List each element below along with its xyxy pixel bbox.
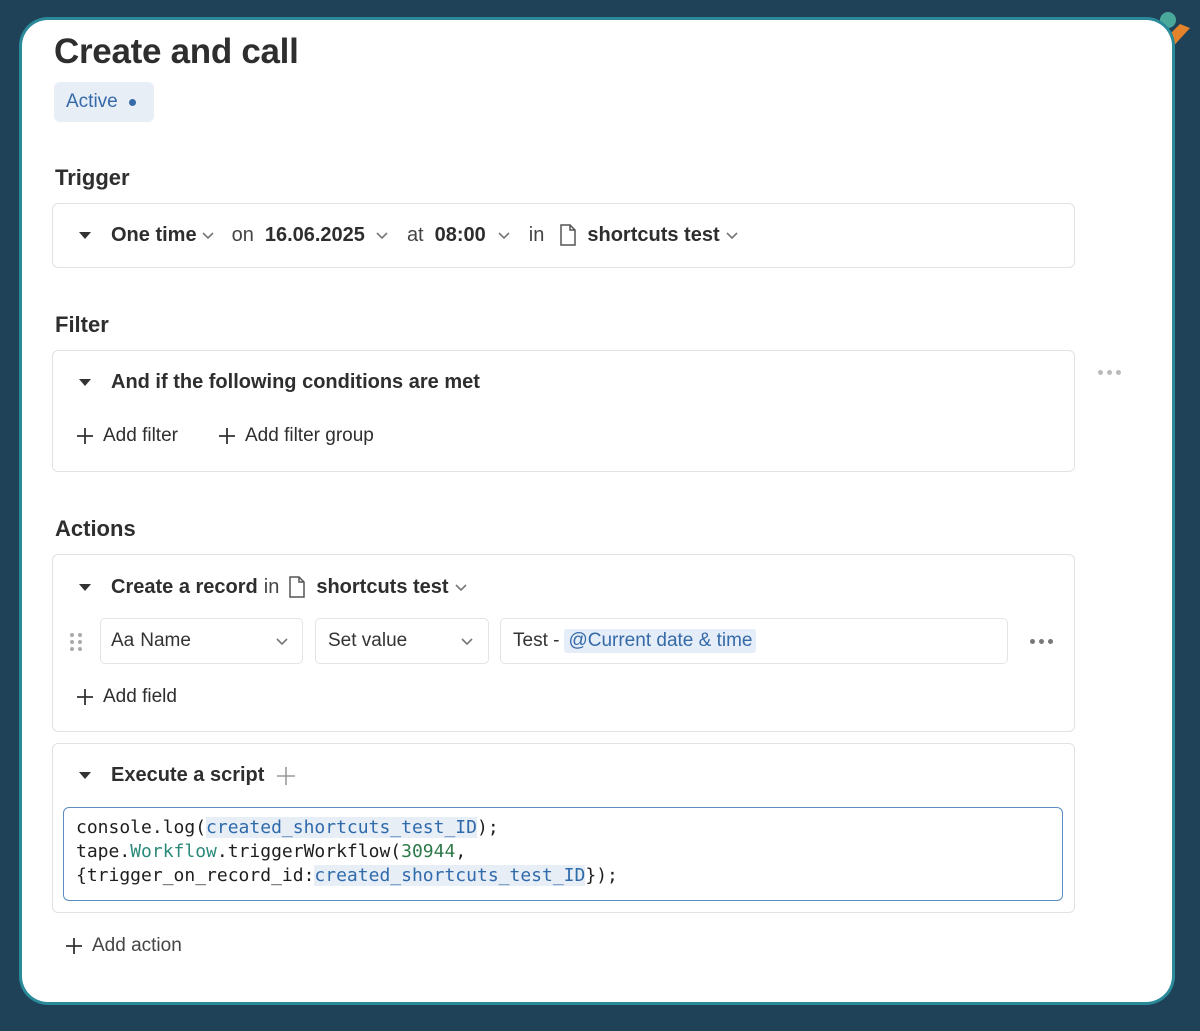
caret-down-icon[interactable] <box>79 231 91 239</box>
add-filter-group-button[interactable]: Add filter group <box>217 425 374 447</box>
caret-down-icon[interactable] <box>79 379 91 386</box>
chevron-down-icon[interactable] <box>374 227 390 243</box>
execute-script-label: Execute a script <box>111 764 265 786</box>
add-filter-group-label: Add filter group <box>245 425 374 446</box>
add-filter-label: Add filter <box>103 425 178 446</box>
trigger-heading: Trigger <box>55 165 130 190</box>
document-icon <box>289 576 306 598</box>
code-line-3: {trigger_on_record_id:created_shortcuts_… <box>76 865 618 886</box>
drag-handle-icon[interactable] <box>68 631 84 653</box>
filter-condition-row: And if the following conditions are met <box>79 371 480 394</box>
script-editor[interactable]: console.log(created_shortcuts_test_ID); … <box>63 807 1063 901</box>
add-filter-button[interactable]: Add filter <box>75 425 178 447</box>
caret-down-icon[interactable] <box>79 772 91 779</box>
trigger-on-word: on <box>231 223 254 246</box>
plus-icon <box>66 938 82 954</box>
operation-label: Set value <box>328 630 408 651</box>
filter-more-icon[interactable] <box>1098 370 1121 375</box>
plus-icon[interactable] <box>276 766 296 786</box>
chevron-down-icon[interactable] <box>453 579 469 595</box>
create-record-app[interactable]: shortcuts test <box>316 576 448 599</box>
actions-heading: Actions <box>55 516 136 541</box>
create-record-in-word: in <box>263 575 280 598</box>
filter-heading: Filter <box>55 312 109 337</box>
chevron-down-icon[interactable] <box>724 227 740 243</box>
trigger-frequency[interactable]: One time <box>111 224 197 247</box>
trigger-box: One time on 16.06.2025 at 08:00 in short… <box>52 203 1075 268</box>
page-title: Create and call <box>54 32 299 71</box>
chevron-down-icon <box>461 638 473 646</box>
chevron-down-icon[interactable] <box>200 227 216 243</box>
plus-icon <box>219 428 235 444</box>
status-dot-icon <box>128 98 136 106</box>
document-icon <box>560 224 577 246</box>
plus-icon <box>77 689 93 705</box>
trigger-row: One time on 16.06.2025 at 08:00 in short… <box>79 223 740 247</box>
field-type-prefix: Aa <box>111 630 135 651</box>
value-text: Test - <box>513 630 560 651</box>
create-record-box: Create a record in shortcuts test Aa Nam… <box>52 554 1075 732</box>
add-action-label: Add action <box>92 935 182 956</box>
plus-icon <box>77 428 93 444</box>
filter-box: And if the following conditions are met … <box>52 350 1075 472</box>
code-line-1: console.log(created_shortcuts_test_ID); <box>76 817 499 838</box>
field-name-label: Name <box>140 630 191 651</box>
status-badge[interactable]: Active <box>54 82 154 122</box>
add-field-label: Add field <box>103 686 177 707</box>
trigger-app[interactable]: shortcuts test <box>587 224 719 247</box>
create-record-label: Create a record <box>111 575 258 598</box>
trigger-time[interactable]: 08:00 <box>435 224 486 247</box>
trigger-in-word: in <box>528 223 545 246</box>
workflow-card: Create and call Active Trigger One time … <box>22 20 1172 1002</box>
caret-down-icon[interactable] <box>79 583 91 591</box>
chevron-down-icon[interactable] <box>496 227 512 243</box>
execute-script-row: Execute a script <box>79 764 296 787</box>
trigger-at-word: at <box>406 223 424 246</box>
add-action-button[interactable]: Add action <box>64 935 182 957</box>
add-field-button[interactable]: Add field <box>75 686 177 708</box>
create-record-row: Create a record in shortcuts test <box>79 575 469 599</box>
operation-select[interactable]: Set value <box>315 618 489 664</box>
status-label: Active <box>66 91 118 112</box>
filter-condition-label: And if the following conditions are met <box>111 371 480 393</box>
chevron-down-icon <box>276 638 288 646</box>
value-input[interactable]: Test - @Current date & time <box>500 618 1008 664</box>
code-line-2: tape.Workflow.triggerWorkflow(30944, <box>76 841 467 862</box>
trigger-date[interactable]: 16.06.2025 <box>265 224 365 247</box>
field-name-select[interactable]: Aa Name <box>100 618 303 664</box>
current-datetime-mention[interactable]: @Current date & time <box>564 629 757 653</box>
more-horizontal-icon[interactable] <box>1030 639 1053 644</box>
